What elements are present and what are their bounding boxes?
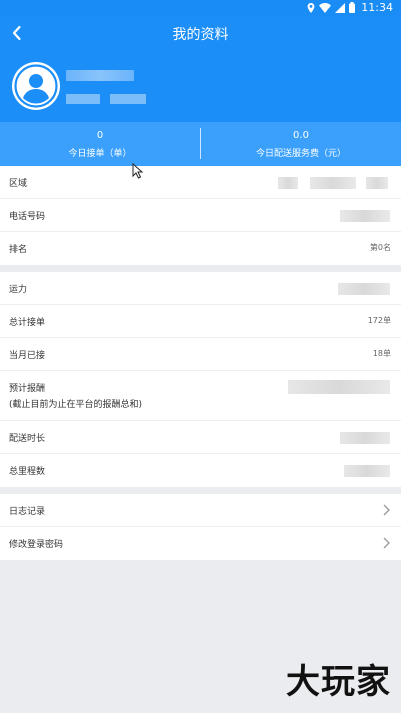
menu-item-label: 修改登录密码 bbox=[9, 540, 64, 550]
row-phone: 电话号码 bbox=[0, 199, 401, 232]
row-total-orders: 总计接单 172单 bbox=[0, 305, 401, 338]
orders-today-label: 今日接单（单） bbox=[68, 149, 132, 159]
menu-item-change-password[interactable]: 修改登录密码 bbox=[0, 527, 401, 560]
fee-today-label: 今日配送服务费（元） bbox=[255, 149, 346, 159]
row-label: 运力 bbox=[9, 285, 28, 295]
menu-group: 日志记录 修改登录密码 bbox=[0, 494, 401, 560]
profile-group-stats: 运力 总计接单 172单 当月已接 18单 预计报酬 (截止目前为止在平台的报酬… bbox=[0, 272, 401, 487]
location-icon bbox=[307, 2, 315, 13]
redacted-value bbox=[288, 380, 390, 394]
chevron-right-icon bbox=[383, 504, 390, 516]
row-label: 配送时长 bbox=[9, 434, 46, 444]
redacted-value bbox=[338, 283, 390, 295]
fee-today-stat: 0.0 今日配送服务费（元） bbox=[201, 122, 401, 166]
redacted-value bbox=[344, 465, 390, 477]
row-label: 预计报酬 (截止目前为止在平台的报酬总和) bbox=[9, 384, 143, 410]
user-info-redacted bbox=[66, 94, 100, 104]
row-label: 电话号码 bbox=[9, 212, 46, 222]
chevron-right-icon bbox=[383, 537, 390, 549]
avatar-person-icon bbox=[14, 64, 58, 108]
redacted-value bbox=[366, 177, 388, 189]
redacted-value bbox=[310, 177, 356, 189]
row-label: 总里程数 bbox=[9, 467, 46, 477]
wifi-icon bbox=[319, 2, 332, 13]
mouse-cursor-icon bbox=[132, 163, 144, 179]
row-value: 172单 bbox=[367, 316, 391, 325]
user-name-redacted bbox=[66, 70, 134, 81]
menu-item-logs[interactable]: 日志记录 bbox=[0, 494, 401, 527]
watermark-logo: 大玩家 bbox=[286, 662, 391, 702]
redacted-value bbox=[278, 177, 298, 189]
status-icons: 11:34 bbox=[307, 1, 393, 14]
row-value: 第0名 bbox=[369, 243, 391, 252]
signal-icon bbox=[335, 2, 346, 13]
menu-item-label: 日志记录 bbox=[9, 507, 46, 517]
profile-header: 我的资料 0 今日接单（单） 0.0 今日配送服务费（元） bbox=[0, 16, 401, 166]
orders-today-value: 0 bbox=[96, 130, 104, 141]
user-info-redacted-2 bbox=[110, 94, 146, 104]
battery-icon bbox=[349, 2, 356, 13]
row-value: 18单 bbox=[372, 349, 391, 358]
redacted-value bbox=[340, 432, 390, 444]
row-label: 总计接单 bbox=[9, 318, 46, 328]
row-estimated-pay: 预计报酬 (截止目前为止在平台的报酬总和) bbox=[0, 371, 401, 421]
row-label: 区域 bbox=[9, 179, 28, 189]
orders-today-stat: 0 今日接单（单） bbox=[0, 122, 200, 166]
row-total-mileage: 总里程数 bbox=[0, 454, 401, 487]
row-delivery-duration: 配送时长 bbox=[0, 421, 401, 454]
avatar[interactable] bbox=[12, 62, 60, 110]
redacted-value bbox=[340, 210, 390, 222]
row-month-orders: 当月已接 18单 bbox=[0, 338, 401, 371]
status-bar: 11:34 bbox=[0, 0, 401, 16]
row-label: 排名 bbox=[9, 245, 28, 255]
page-title: 我的资料 bbox=[172, 27, 229, 43]
profile-group-basic: 区域 电话号码 排名 第0名 bbox=[0, 166, 401, 265]
row-capacity: 运力 bbox=[0, 272, 401, 305]
clock: 11:34 bbox=[361, 1, 393, 14]
stats-bar: 0 今日接单（单） 0.0 今日配送服务费（元） bbox=[0, 122, 401, 166]
fee-today-value: 0.0 bbox=[293, 130, 309, 141]
row-label: 当月已接 bbox=[9, 351, 46, 361]
row-rank: 排名 第0名 bbox=[0, 232, 401, 265]
row-region: 区域 bbox=[0, 166, 401, 199]
